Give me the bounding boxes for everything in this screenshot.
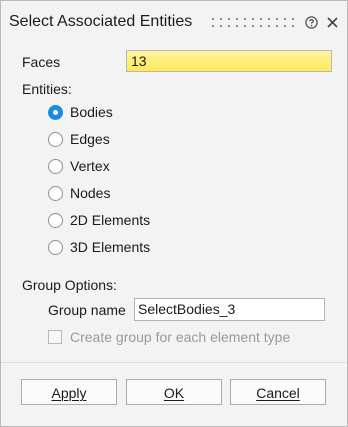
title-bar[interactable]: Select Associated Entities (1, 1, 347, 45)
ok-button[interactable]: OK (126, 379, 222, 405)
radio-button[interactable] (48, 212, 63, 228)
radio-button[interactable] (48, 185, 63, 201)
radio-edges[interactable]: Edges (48, 129, 110, 149)
group-options-label: Group Options: (22, 277, 117, 293)
select-associated-entities-dialog: Select Associated Entities Faces 13 Enti… (0, 0, 348, 427)
entities-label: Entities: (22, 81, 72, 97)
radio-button[interactable] (48, 239, 63, 255)
close-icon[interactable] (326, 16, 339, 29)
radio-nodes[interactable]: Nodes (48, 183, 110, 203)
footer-divider (1, 362, 347, 363)
radio-label-2d-elements: 2D Elements (70, 212, 151, 228)
dialog-title: Select Associated Entities (9, 13, 193, 30)
radio-label-3d-elements: 3D Elements (70, 239, 151, 255)
create-group-per-type-label: Create group for each element type (70, 329, 291, 345)
create-group-per-type-option: Create group for each element type (48, 328, 290, 346)
radio-button[interactable] (48, 131, 63, 147)
cancel-button[interactable]: Cancel (230, 379, 326, 405)
apply-button[interactable]: Apply (21, 379, 117, 405)
group-name-label: Group name (48, 302, 126, 318)
radio-label-edges: Edges (70, 131, 110, 147)
create-group-per-type-checkbox (48, 330, 62, 344)
radio-label-nodes: Nodes (70, 185, 111, 201)
radio-label-bodies: Bodies (70, 104, 113, 120)
radio-button-checked[interactable] (48, 104, 63, 120)
radio-button[interactable] (48, 158, 63, 174)
radio-label-vertex: Vertex (70, 158, 110, 174)
radio-3d-elements[interactable]: 3D Elements (48, 237, 150, 257)
radio-bodies[interactable]: Bodies (48, 102, 113, 122)
help-icon[interactable] (305, 16, 318, 29)
drag-grip-icon[interactable] (212, 18, 300, 30)
radio-2d-elements[interactable]: 2D Elements (48, 210, 150, 230)
faces-label: Faces (22, 54, 61, 70)
faces-selector-field[interactable]: 13 (126, 50, 332, 72)
group-name-input[interactable] (134, 298, 325, 321)
radio-vertex[interactable]: Vertex (48, 156, 110, 176)
